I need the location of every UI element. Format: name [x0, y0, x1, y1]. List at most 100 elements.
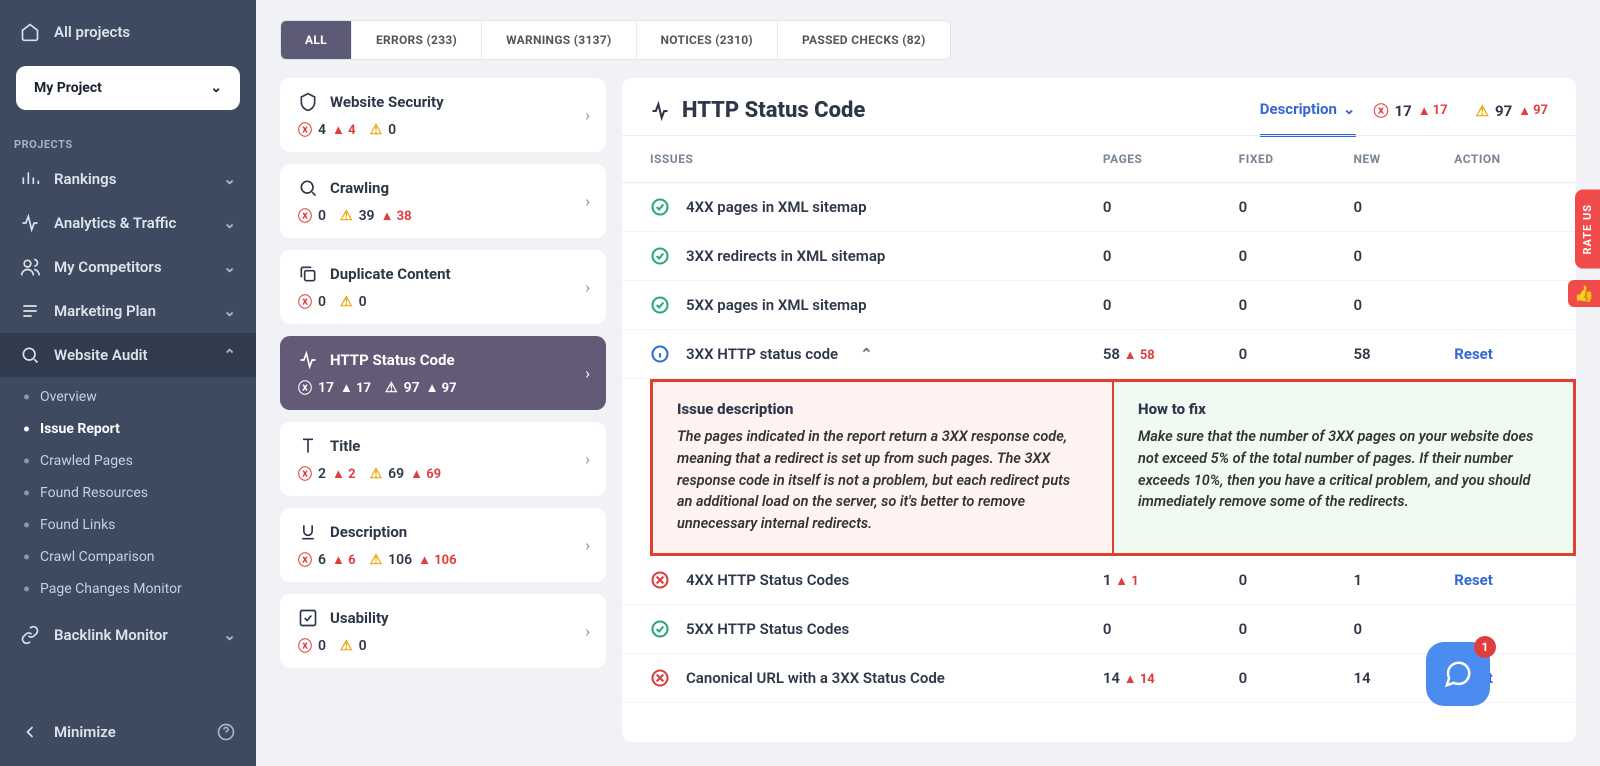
- table-row[interactable]: 3XX redirects in XML sitemap 0 0 0: [622, 232, 1576, 281]
- error-count: 0: [318, 638, 326, 654]
- error-icon: ⓧ: [298, 292, 312, 312]
- fix-body: Make sure that the number of 3XX pages o…: [1138, 426, 1549, 513]
- new-count: 0: [1339, 232, 1440, 281]
- nav-competitors[interactable]: My Competitors ⌄: [0, 245, 256, 289]
- projects-section-label: PROJECTS: [0, 128, 256, 157]
- category-title: Description: [330, 523, 407, 541]
- view-dropdown[interactable]: Description ⌄: [1260, 100, 1356, 137]
- category-title: HTTP Status Code: [330, 351, 455, 369]
- chevron-right-icon: ›: [585, 106, 590, 125]
- issue-name: 4XX HTTP Status Codes: [686, 571, 849, 589]
- issue-desc-title: Issue description: [677, 400, 1088, 418]
- tab-errors[interactable]: ERRORS (233): [352, 21, 482, 59]
- category-usability[interactable]: Usability ⓧ0 ⚠0 ›: [280, 594, 606, 668]
- category-duplicate[interactable]: Duplicate Content ⓧ0 ⚠0 ›: [280, 250, 606, 324]
- nav-backlink[interactable]: Backlink Monitor ⌄: [0, 613, 256, 657]
- project-selector[interactable]: My Project ⌄: [16, 66, 240, 110]
- category-title[interactable]: Title ⓧ2▲ 2 ⚠69▲ 69 ›: [280, 422, 606, 496]
- chevron-down-icon: ⌄: [223, 626, 236, 644]
- error-delta: ▲ 6: [332, 552, 356, 568]
- error-icon: ⓧ: [298, 464, 312, 484]
- table-row[interactable]: 3XX HTTP status code⌃ 58 ▲ 58 0 58 Reset: [622, 330, 1576, 379]
- col-action[interactable]: ACTION: [1440, 136, 1576, 183]
- nav-marketing[interactable]: Marketing Plan ⌄: [0, 289, 256, 333]
- list-icon: [20, 301, 40, 321]
- subnav-found-resources[interactable]: Found Resources: [0, 477, 256, 509]
- chevron-up-icon[interactable]: ⌃: [860, 345, 873, 363]
- nav-label: Website Audit: [54, 346, 148, 364]
- subnav-overview[interactable]: Overview: [0, 381, 256, 413]
- error-count: 0: [318, 294, 326, 310]
- warning-count: 69: [388, 466, 404, 482]
- category-crawling[interactable]: Crawling ⓧ0 ⚠39▲ 38 ›: [280, 164, 606, 238]
- minimize-button[interactable]: Minimize: [0, 710, 256, 754]
- table-row[interactable]: 4XX pages in XML sitemap 0 0 0: [622, 183, 1576, 232]
- pulse-icon: [298, 350, 318, 370]
- tab-all[interactable]: ALL: [281, 21, 352, 59]
- nav-rankings[interactable]: Rankings ⌄: [0, 157, 256, 201]
- issue-name: Canonical URL with a 3XX Status Code: [686, 669, 945, 687]
- chevron-down-icon: ⌄: [210, 80, 222, 96]
- col-issues[interactable]: ISSUES: [622, 136, 1089, 183]
- error-icon: ⓧ: [1374, 100, 1389, 121]
- bars-icon: [20, 169, 40, 189]
- subnav-found-links[interactable]: Found Links: [0, 509, 256, 541]
- fixed-count: 0: [1225, 183, 1340, 232]
- table-row[interactable]: 5XX pages in XML sitemap 0 0 0: [622, 281, 1576, 330]
- tab-notices[interactable]: NOTICES (2310): [637, 21, 778, 59]
- subnav-crawl-comparison[interactable]: Crawl Comparison: [0, 541, 256, 573]
- category-description[interactable]: Description ⓧ6▲ 6 ⚠106▲ 106 ›: [280, 508, 606, 582]
- chevron-down-icon: ⌄: [223, 170, 236, 188]
- subnav-page-changes[interactable]: Page Changes Monitor: [0, 573, 256, 605]
- table-row[interactable]: 4XX HTTP Status Codes 1 ▲ 1 0 1 Reset: [622, 556, 1576, 605]
- subnav-issue-report[interactable]: Issue Report: [0, 413, 256, 445]
- warning-icon: ⚠: [340, 208, 353, 224]
- pages-delta: ▲ 14: [1124, 671, 1155, 687]
- all-projects-link[interactable]: All projects: [0, 12, 256, 52]
- nav-analytics[interactable]: Analytics & Traffic ⌄: [0, 201, 256, 245]
- all-projects-label: All projects: [54, 23, 130, 41]
- chat-button[interactable]: 1: [1426, 642, 1490, 706]
- nav-website-audit[interactable]: Website Audit ⌃: [0, 333, 256, 377]
- category-http[interactable]: HTTP Status Code ⓧ17▲ 17 ⚠97▲ 97 ›: [280, 336, 606, 410]
- tab-warnings[interactable]: WARNINGS (3137): [482, 21, 636, 59]
- pages-count: 0: [1103, 247, 1112, 265]
- error-count: 4: [318, 122, 326, 138]
- warning-icon: ⚠: [1476, 102, 1489, 120]
- reset-link[interactable]: Reset: [1454, 345, 1493, 363]
- pages-count: 0: [1103, 296, 1112, 314]
- help-icon[interactable]: [216, 722, 236, 742]
- pages-delta: ▲ 58: [1124, 347, 1155, 363]
- category-security[interactable]: Website Security ⓧ4▲ 4 ⚠0 ›: [280, 78, 606, 152]
- col-pages[interactable]: PAGES: [1089, 136, 1225, 183]
- warning-icon: ⚠: [340, 638, 353, 654]
- thumb-icon[interactable]: 👍: [1568, 280, 1600, 307]
- category-title: Title: [330, 437, 360, 455]
- search-icon: [298, 178, 318, 198]
- view-label: Description: [1260, 100, 1337, 118]
- error-icon: [650, 570, 670, 590]
- fixed-count: 0: [1225, 556, 1340, 605]
- arrow-left-icon: [20, 722, 40, 742]
- nav-label: Analytics & Traffic: [54, 214, 176, 232]
- audit-subnav: Overview Issue Report Crawled Pages Foun…: [0, 377, 256, 613]
- error-delta: ▲ 2: [332, 466, 356, 482]
- header-error-count: ⓧ 17 ▲17: [1374, 100, 1448, 121]
- tab-passed[interactable]: PASSED CHECKS (82): [778, 21, 950, 59]
- sidebar: All projects My Project ⌄ PROJECTS Ranki…: [0, 0, 256, 766]
- chevron-right-icon: ›: [585, 192, 590, 211]
- subnav-label: Page Changes Monitor: [40, 581, 182, 597]
- reset-link[interactable]: Reset: [1454, 571, 1493, 589]
- warning-delta: ▲ 69: [410, 466, 441, 482]
- subnav-crawled-pages[interactable]: Crawled Pages: [0, 445, 256, 477]
- check-icon: [650, 246, 670, 266]
- shield-icon: [298, 92, 318, 112]
- rate-us-tab[interactable]: RATE US: [1575, 190, 1600, 269]
- underline-icon: [298, 522, 318, 542]
- chat-badge: 1: [1474, 636, 1496, 658]
- header-warning-count: ⚠ 97 ▲97: [1476, 100, 1548, 121]
- col-new[interactable]: NEW: [1339, 136, 1440, 183]
- users-icon: [20, 257, 40, 277]
- chevron-down-icon: ⌄: [1343, 100, 1356, 118]
- col-fixed[interactable]: FIXED: [1225, 136, 1340, 183]
